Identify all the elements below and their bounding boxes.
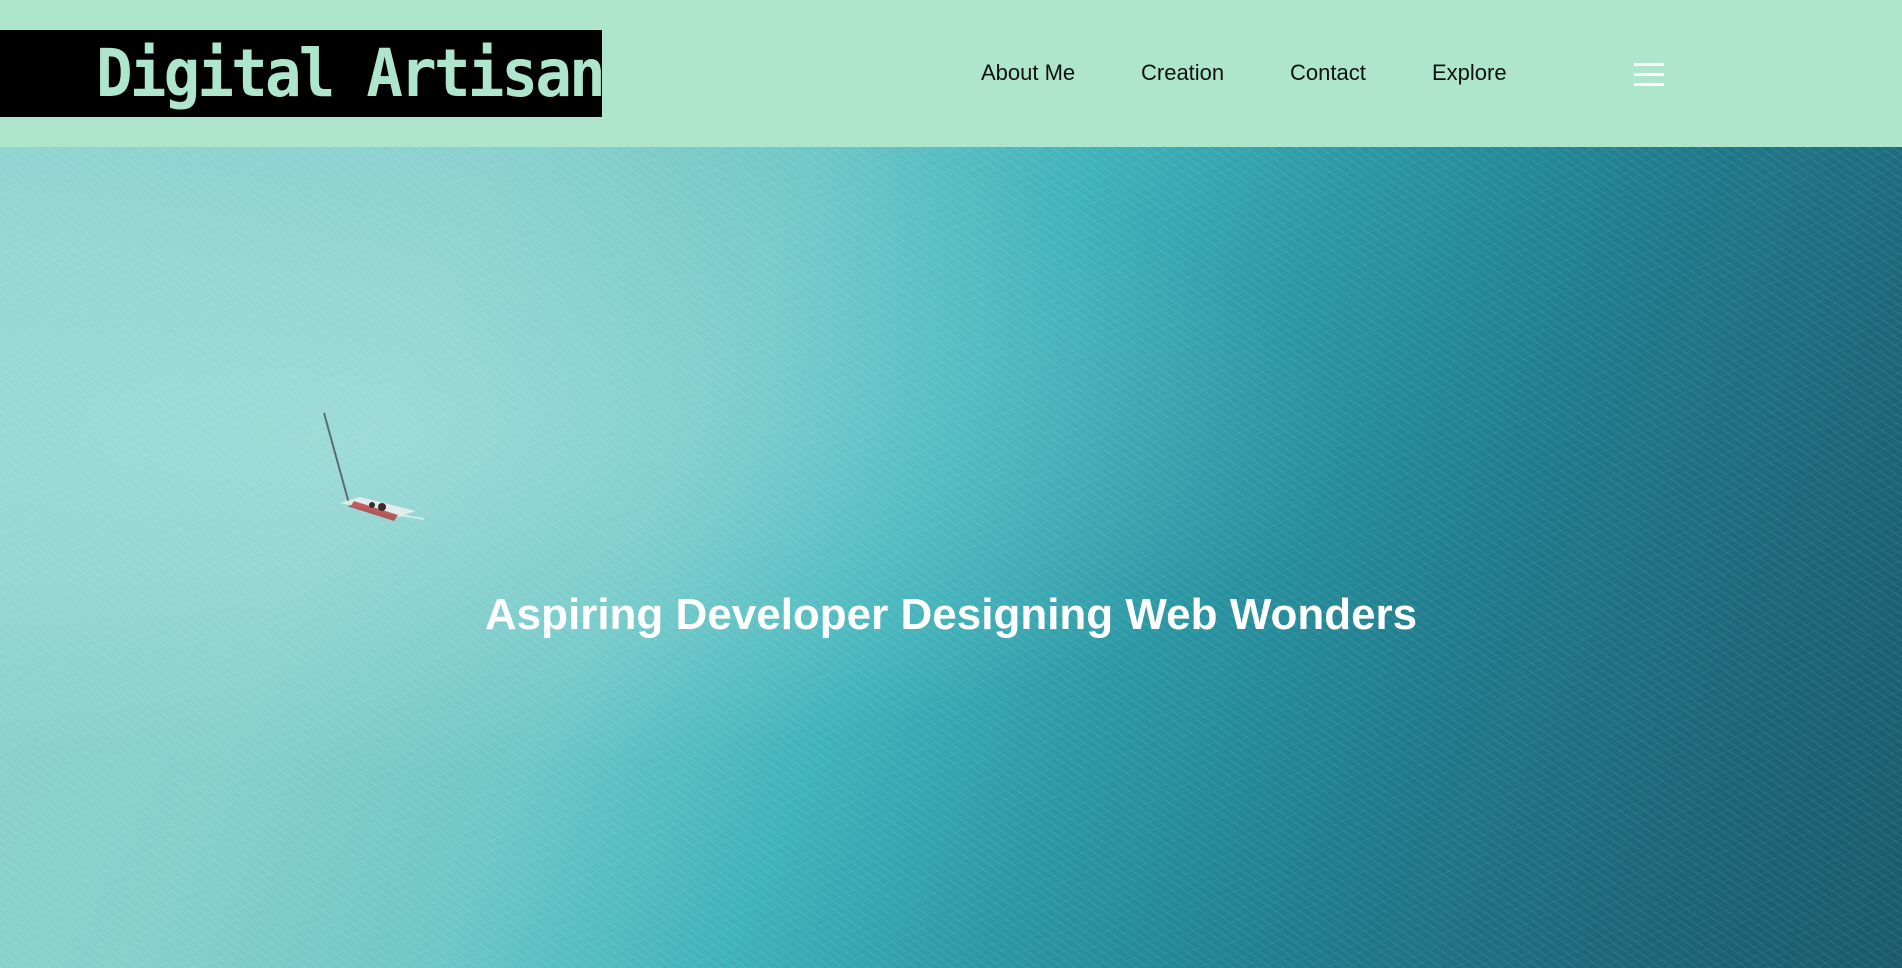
page: Digital Artisan Jess About Me Creation C… bbox=[0, 0, 1902, 968]
site-header: Digital Artisan Jess About Me Creation C… bbox=[0, 0, 1902, 147]
nav-link-explore[interactable]: Explore bbox=[1432, 58, 1507, 88]
nav-link-about-me[interactable]: About Me bbox=[981, 58, 1075, 88]
nav-link-creation[interactable]: Creation bbox=[1141, 58, 1224, 88]
sailboat-image bbox=[323, 412, 425, 521]
main-nav: About Me Creation Contact Explore bbox=[0, 58, 1902, 88]
hero-background-water bbox=[0, 147, 1902, 968]
hamburger-menu-icon[interactable] bbox=[1634, 60, 1664, 90]
menu-line bbox=[1634, 83, 1664, 86]
hero-title: Aspiring Developer Designing Web Wonders bbox=[484, 590, 1418, 640]
menu-line bbox=[1634, 73, 1664, 76]
nav-link-contact[interactable]: Contact bbox=[1290, 58, 1366, 88]
hero-section: Aspiring Developer Designing Web Wonders bbox=[0, 147, 1902, 968]
menu-line bbox=[1634, 63, 1664, 66]
